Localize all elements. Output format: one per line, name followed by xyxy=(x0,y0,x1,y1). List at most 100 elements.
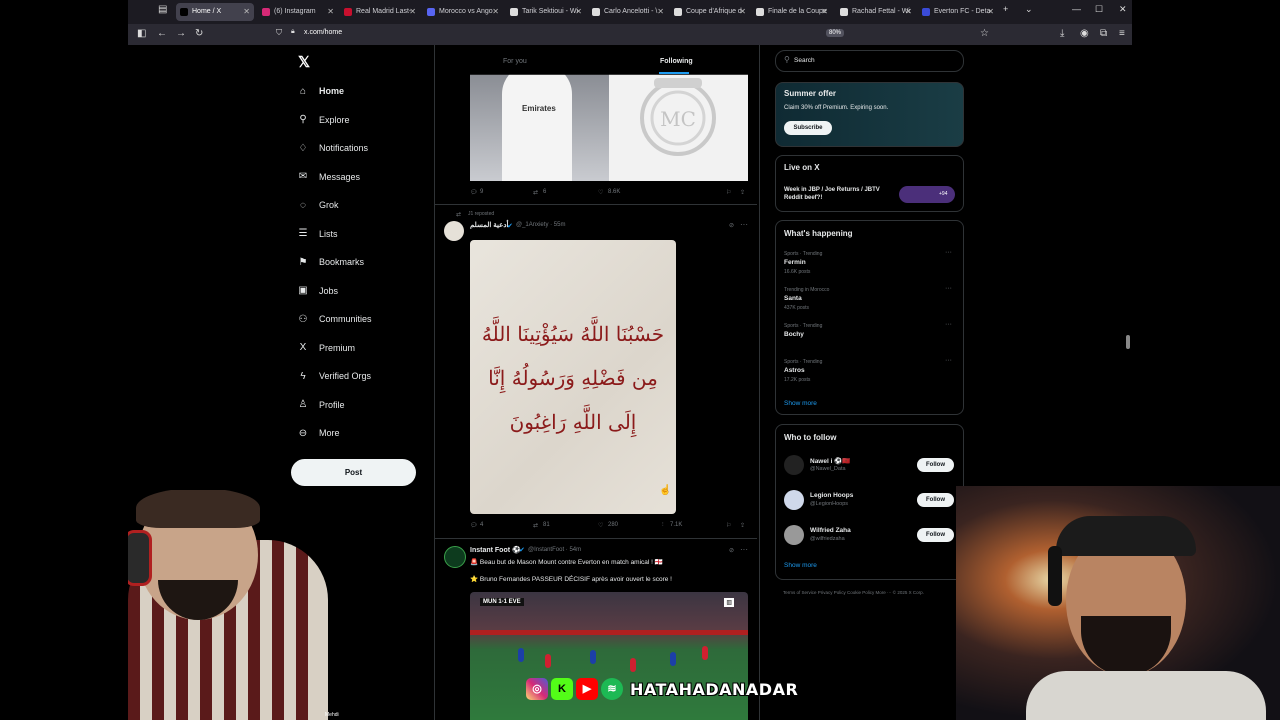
browser-tab[interactable]: Morocco vs Ango ✕ xyxy=(423,3,503,21)
nav-item-notifications[interactable]: ♢ Notifications xyxy=(297,138,369,158)
views-icon[interactable]: ⫶ xyxy=(662,522,664,529)
browser-tab[interactable]: Carlo Ancelotti - \ ✕ xyxy=(588,3,668,21)
like-icon[interactable]: ♡ xyxy=(598,522,603,529)
repost-icon[interactable]: ⇄ xyxy=(533,189,538,196)
close-tab-icon[interactable]: ✕ xyxy=(243,3,250,21)
lock-icon[interactable]: 🔒︎ xyxy=(291,28,295,36)
tab-for-you[interactable]: For you xyxy=(503,58,527,65)
close-window-icon[interactable]: ✕ xyxy=(1119,4,1127,15)
more-icon[interactable]: ··· xyxy=(945,321,952,328)
back-icon[interactable]: ← xyxy=(157,28,167,39)
footer-links[interactable]: Terms of Service Privacy Policy Cookie P… xyxy=(783,590,924,595)
close-tab-icon[interactable]: ✕ xyxy=(739,3,746,21)
sidebar-icon[interactable]: ◧ xyxy=(137,28,146,39)
close-tab-icon[interactable]: ✕ xyxy=(575,3,582,21)
nav-item-verified-orgs[interactable]: ϟ Verified Orgs xyxy=(297,366,371,386)
bookmark-icon[interactable]: ⚐ xyxy=(726,189,731,196)
subscribe-button[interactable]: Subscribe xyxy=(784,121,832,135)
zoom-level[interactable]: 80% xyxy=(826,29,845,37)
nav-item-communities[interactable]: ⚇ Communities xyxy=(297,309,372,329)
browser-tab[interactable]: Home / X ✕ xyxy=(176,3,254,21)
author-handle[interactable]: @InstantFoot · 54m xyxy=(528,547,581,553)
grok-icon[interactable]: ⊘ xyxy=(729,547,734,554)
minimize-icon[interactable]: — xyxy=(1072,4,1081,14)
show-more-link[interactable]: Show more xyxy=(784,400,817,407)
browser-tab[interactable]: (6) Instagram ✕ xyxy=(258,3,338,21)
tweet-image-player[interactable]: Emirates xyxy=(470,74,609,181)
close-tab-icon[interactable]: ✕ xyxy=(657,3,664,21)
reply-icon[interactable]: 💬︎ xyxy=(470,189,478,196)
suggestion-name[interactable]: Nawel i ⚽🇲🇦 xyxy=(810,457,850,465)
nav-item-messages[interactable]: ✉ Messages xyxy=(297,167,360,187)
close-tab-icon[interactable]: ✕ xyxy=(905,3,912,21)
nav-item-home[interactable]: ⌂ Home xyxy=(297,81,344,101)
url-text[interactable]: x.com/home xyxy=(304,29,342,36)
close-tab-icon[interactable]: ✕ xyxy=(492,3,499,21)
more-icon[interactable]: ··· xyxy=(945,285,952,292)
browser-tab[interactable]: Real Madrid Last- ✕ xyxy=(340,3,420,21)
tab-overview-icon[interactable]: ▤ xyxy=(158,4,167,15)
menu-icon[interactable]: ≡ xyxy=(1119,28,1125,39)
nav-item-lists[interactable]: ☰ Lists xyxy=(297,224,338,244)
star-icon[interactable]: ☆ xyxy=(980,28,989,39)
live-space-title[interactable]: Week in JBP / Joe Returns / JBTV Reddit … xyxy=(784,186,894,202)
share-icon[interactable]: ⇪ xyxy=(740,522,745,529)
avatar[interactable] xyxy=(444,546,466,568)
download-icon[interactable]: ⤓ xyxy=(1060,28,1064,39)
scrollbar[interactable] xyxy=(1126,335,1130,349)
avatar[interactable] xyxy=(784,490,804,510)
search-input[interactable]: Search xyxy=(794,57,815,64)
repost-icon[interactable]: ⇄ xyxy=(533,522,538,529)
reload-icon[interactable]: ↻ xyxy=(195,28,203,39)
nav-item-grok[interactable]: ◌ Grok xyxy=(297,195,339,215)
like-icon[interactable]: ♡ xyxy=(598,189,603,196)
browser-tab[interactable]: Finale de la Coupe ✕ xyxy=(752,3,832,21)
maximize-icon[interactable]: ☐ xyxy=(1095,4,1103,15)
close-tab-icon[interactable]: ✕ xyxy=(987,3,994,21)
author-name[interactable]: أدعية المسلم xyxy=(470,221,508,229)
account-icon[interactable]: ◉ xyxy=(1080,28,1089,39)
more-icon[interactable]: ··· xyxy=(945,357,952,364)
tab-list-icon[interactable]: ⌄ xyxy=(1025,4,1033,15)
close-tab-icon[interactable]: ✕ xyxy=(821,3,828,21)
browser-tab[interactable]: Everton FC - Deta ✕ xyxy=(918,3,998,21)
nav-item-jobs[interactable]: ▣ Jobs xyxy=(297,281,338,301)
close-tab-icon[interactable]: ✕ xyxy=(409,3,416,21)
search-box[interactable]: ⚲ Search xyxy=(775,50,964,72)
tab-following[interactable]: Following xyxy=(660,58,693,65)
avatar[interactable] xyxy=(784,525,804,545)
suggestion-name[interactable]: Wilfried Zaha xyxy=(810,527,851,534)
nav-item-premium[interactable]: X Premium xyxy=(297,338,355,358)
forward-icon[interactable]: → xyxy=(176,28,186,39)
shield-icon[interactable]: ⛉ xyxy=(276,28,282,38)
browser-tab[interactable]: Coupe d'Afrique d ✕ xyxy=(670,3,750,21)
more-icon[interactable]: ··· xyxy=(740,545,748,554)
grok-icon[interactable]: ⊘ xyxy=(729,222,734,229)
live-avatars[interactable]: +94 xyxy=(899,186,955,203)
follow-button[interactable]: Follow xyxy=(917,528,954,542)
bookmark-icon[interactable]: ⚐ xyxy=(726,522,731,529)
browser-tab[interactable]: Rachad Fettal - Wi ✕ xyxy=(836,3,916,21)
more-icon[interactable]: ··· xyxy=(945,249,952,256)
more-icon[interactable]: ··· xyxy=(740,220,748,229)
new-tab-icon[interactable]: + xyxy=(1003,4,1008,14)
author-handle[interactable]: @_1Anxiety · 55m xyxy=(516,222,565,228)
reply-icon[interactable]: 💬︎ xyxy=(470,522,478,529)
browser-tab[interactable]: Tarik Sektioui - Wi ✕ xyxy=(506,3,586,21)
nav-item-more[interactable]: ⊖ More xyxy=(297,423,340,443)
nav-item-explore[interactable]: ⚲ Explore xyxy=(297,110,349,130)
nav-item-bookmarks[interactable]: ⚑ Bookmarks xyxy=(297,252,365,272)
follow-button[interactable]: Follow xyxy=(917,493,954,507)
extensions-icon[interactable]: ⧉ xyxy=(1100,28,1107,39)
avatar[interactable] xyxy=(784,455,804,475)
share-icon[interactable]: ⇪ xyxy=(740,189,745,196)
avatar[interactable] xyxy=(444,221,464,241)
post-button[interactable]: Post xyxy=(291,459,416,486)
tweet-image-crest[interactable]: MC xyxy=(609,74,748,181)
close-tab-icon[interactable]: ✕ xyxy=(327,3,334,21)
nav-item-profile[interactable]: ♙ Profile xyxy=(297,395,345,415)
author-name[interactable]: Instant Foot ⚽ xyxy=(470,546,521,554)
suggestion-name[interactable]: Legion Hoops xyxy=(810,492,853,499)
x-logo-icon[interactable]: 𝕏 xyxy=(298,53,310,71)
show-more-link[interactable]: Show more xyxy=(784,562,817,569)
